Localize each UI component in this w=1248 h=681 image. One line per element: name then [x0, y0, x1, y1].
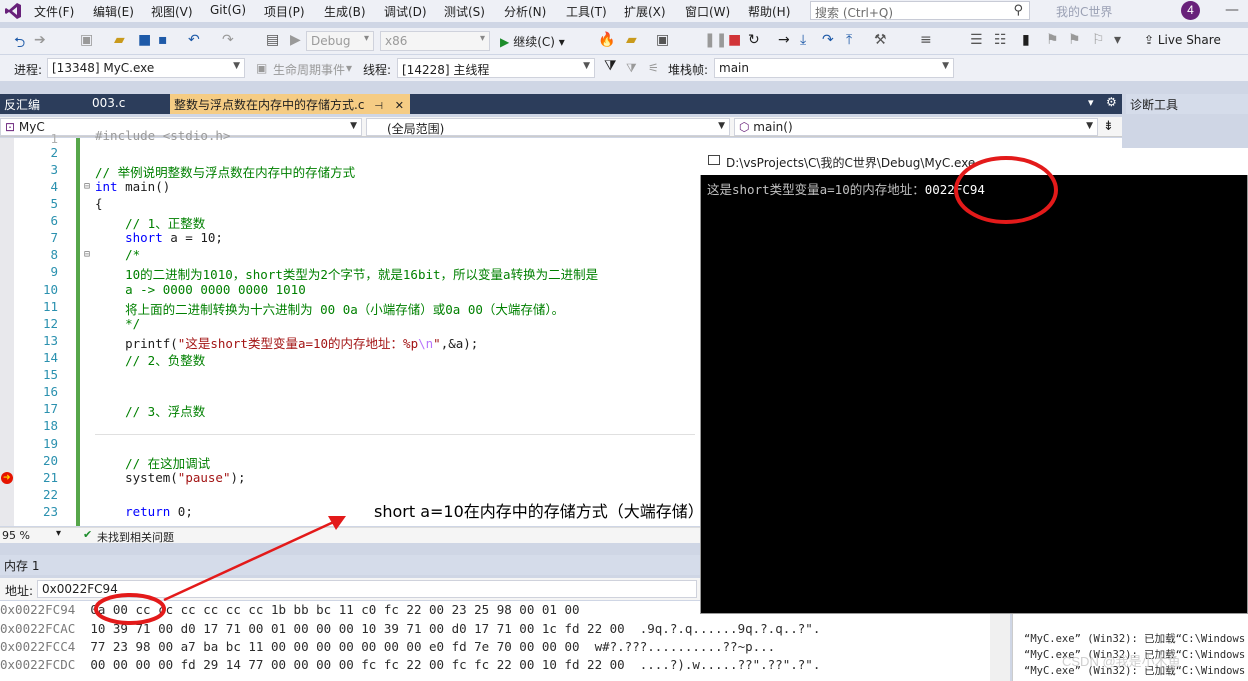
visual-studio-window: 文件(F) 编辑(E) 视图(V) Git(G) 项目(P) 生成(B) 调试(… — [0, 0, 1248, 681]
annotation-overlay — [94, 156, 1058, 625]
highlight-ellipse — [954, 156, 1058, 224]
highlight-ellipse — [94, 593, 166, 625]
annotation-arrow — [163, 518, 339, 602]
watermark: CSDN @我是小木鱼 — [1062, 654, 1181, 669]
